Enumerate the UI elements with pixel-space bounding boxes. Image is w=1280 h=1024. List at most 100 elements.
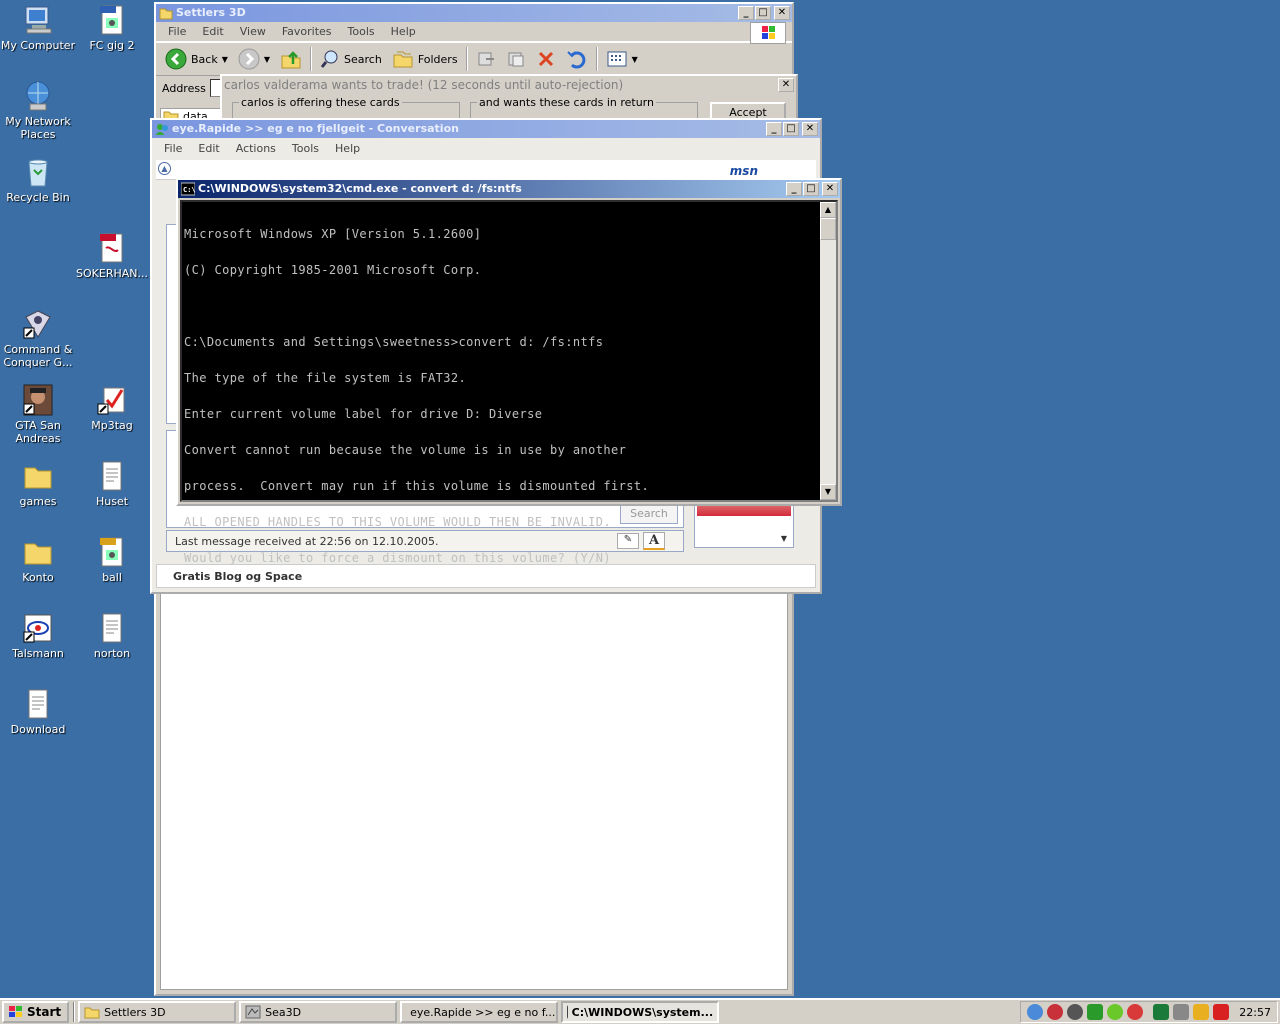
desktop-icon-fc-gig-2[interactable]: FC gig 2: [74, 4, 150, 52]
back-button[interactable]: Back ▼: [160, 44, 233, 74]
excel-tray-icon[interactable]: [1153, 1004, 1170, 1020]
forward-button[interactable]: ▼: [233, 44, 275, 74]
menu-actions[interactable]: Actions: [228, 142, 284, 155]
console-line: (C) Copyright 1985-2001 Microsoft Corp.: [184, 263, 482, 277]
folders-icon: [393, 51, 413, 68]
desktop-icon-ball[interactable]: ball: [74, 536, 150, 584]
y-tray-icon[interactable]: [1087, 1004, 1104, 1020]
views-icon: [607, 51, 627, 67]
undo-button[interactable]: [561, 44, 593, 74]
network-tray-icon[interactable]: [1027, 1004, 1044, 1020]
maximize-button[interactable]: □: [755, 6, 771, 20]
desktop-icon-command-conquer[interactable]: Command & Conquer G...: [0, 308, 76, 369]
close-button[interactable]: ✕: [774, 6, 790, 20]
msn-buddy-icon: [155, 122, 169, 136]
close-button[interactable]: ✕: [822, 182, 838, 196]
console-line: C:\Documents and Settings\sweetness>conv…: [184, 335, 604, 349]
scroll-up-button[interactable]: ▲: [820, 202, 836, 218]
svg-text:C:\: C:\: [183, 186, 195, 194]
console-area[interactable]: Microsoft Windows XP [Version 5.1.2600] …: [180, 200, 838, 564]
maximize-button[interactable]: □: [783, 122, 799, 136]
scroll-down-button[interactable]: ▼: [820, 484, 836, 500]
desktop-icon-talsmann[interactable]: Talsmann: [0, 612, 76, 660]
console-line: Would you like to force a dismount on th…: [184, 551, 611, 565]
desktop-icon-my-network-places[interactable]: My Network Places: [0, 80, 76, 141]
menu-tools[interactable]: Tools: [284, 142, 327, 155]
task-sea3d[interactable]: Sea3D: [239, 1001, 398, 1023]
explorer-toolbar: Back ▼ ▼ Search Folders ▼: [156, 42, 792, 76]
menu-edit[interactable]: Edit: [194, 25, 231, 38]
recycle-bin-icon: [22, 156, 54, 188]
scroll-thumb[interactable]: [820, 218, 836, 240]
desktop-icon-games[interactable]: games: [0, 460, 76, 508]
menu-file[interactable]: File: [160, 25, 194, 38]
desktop-icon-norton[interactable]: norton: [74, 612, 150, 660]
menu-help[interactable]: Help: [327, 142, 368, 155]
desktop-icon-download[interactable]: Download: [0, 688, 76, 736]
speaker-tray-icon[interactable]: [1047, 1004, 1064, 1020]
cmd-window[interactable]: C:\ C:\WINDOWS\system32\cmd.exe - conver…: [176, 178, 842, 564]
move-to-button[interactable]: [471, 44, 501, 74]
desktop-icon-konto[interactable]: Konto: [0, 536, 76, 584]
cmd-icon: C:\: [180, 182, 196, 196]
close-button[interactable]: ✕: [778, 78, 794, 92]
views-button[interactable]: ▼: [601, 44, 643, 74]
trade-title-bar[interactable]: carlos valderama wants to trade! (12 sec…: [222, 76, 796, 94]
task-msn-conversation[interactable]: eye.Rapide >> eg e no f...: [400, 1001, 559, 1023]
delete-button[interactable]: [531, 44, 561, 74]
desktop-icon-mp3tag[interactable]: Mp3tag: [74, 384, 150, 432]
vertical-scrollbar[interactable]: ▲ ▼: [820, 202, 836, 500]
text-file-icon: [96, 612, 128, 644]
cmd-icon: C:\: [567, 1005, 568, 1019]
alert-tray-icon[interactable]: [1213, 1004, 1230, 1020]
desktop-icon-my-computer[interactable]: My Computer: [0, 4, 76, 52]
computer-icon: [22, 4, 54, 36]
steam-tray-icon[interactable]: [1067, 1004, 1084, 1020]
desktop-icon-huset[interactable]: Huset: [74, 460, 150, 508]
console-line: process. Convert may run if this volume …: [184, 479, 650, 493]
desktop-icon-recycle-bin[interactable]: Recycle Bin: [0, 156, 76, 204]
close-button[interactable]: ✕: [802, 122, 818, 136]
expand-icon[interactable]: ▲: [158, 162, 171, 175]
shield-tray-icon[interactable]: [1193, 1004, 1210, 1020]
menu-file[interactable]: File: [156, 142, 190, 155]
menu-view[interactable]: View: [232, 25, 274, 38]
text-file-icon: [22, 688, 54, 720]
menu-edit[interactable]: Edit: [190, 142, 227, 155]
folder-icon: [159, 6, 173, 20]
search-button[interactable]: Search: [315, 44, 387, 74]
start-button[interactable]: Start: [2, 1001, 70, 1023]
minimize-button[interactable]: _: [738, 6, 754, 20]
messenger-tray-icon[interactable]: [1127, 1004, 1144, 1020]
menu-help[interactable]: Help: [383, 25, 424, 38]
pdf-file-icon: [96, 232, 128, 264]
console-line: ALL OPENED HANDLES TO THIS VOLUME WOULD …: [184, 515, 611, 529]
forward-arrow-icon: [238, 48, 260, 70]
copy-to-button[interactable]: [501, 44, 531, 74]
task-settlers-3d[interactable]: Settlers 3D: [78, 1001, 237, 1023]
desktop-icon-gta-san-andreas[interactable]: GTA San Andreas: [0, 384, 76, 445]
talsmann-icon: [22, 612, 54, 644]
explorer-title-bar[interactable]: Settlers 3D _ □ ✕: [156, 4, 792, 22]
minimize-button[interactable]: _: [786, 182, 802, 196]
search-icon: [320, 50, 338, 68]
desktop-icon-sokerhan[interactable]: SOKERHAN...: [74, 232, 150, 280]
settings-tray-icon[interactable]: [1173, 1004, 1190, 1020]
delete-icon: [538, 51, 553, 67]
msn-title-bar[interactable]: eye.Rapide >> eg e no fjellgeit - Conver…: [152, 120, 820, 138]
green-circle-tray-icon[interactable]: [1107, 1004, 1124, 1020]
chevron-down-icon: ▼: [263, 54, 271, 64]
up-folder-button[interactable]: [275, 44, 307, 74]
toolbar-separator: [465, 47, 468, 71]
menu-favorites[interactable]: Favorites: [274, 25, 340, 38]
maximize-button[interactable]: □: [803, 182, 819, 196]
minimize-button[interactable]: _: [766, 122, 782, 136]
chevron-down-icon[interactable]: ▼: [781, 534, 787, 543]
task-cmd[interactable]: C:\ C:\WINDOWS\system...: [561, 1001, 720, 1023]
trade-dialog[interactable]: carlos valderama wants to trade! (12 sec…: [220, 74, 798, 122]
menu-tools[interactable]: Tools: [340, 25, 383, 38]
folders-button[interactable]: Folders: [387, 44, 463, 74]
cmd-title-bar[interactable]: C:\ C:\WINDOWS\system32\cmd.exe - conver…: [178, 180, 840, 198]
bmp-file-icon: [96, 4, 128, 36]
copy-to-icon: [508, 52, 524, 67]
